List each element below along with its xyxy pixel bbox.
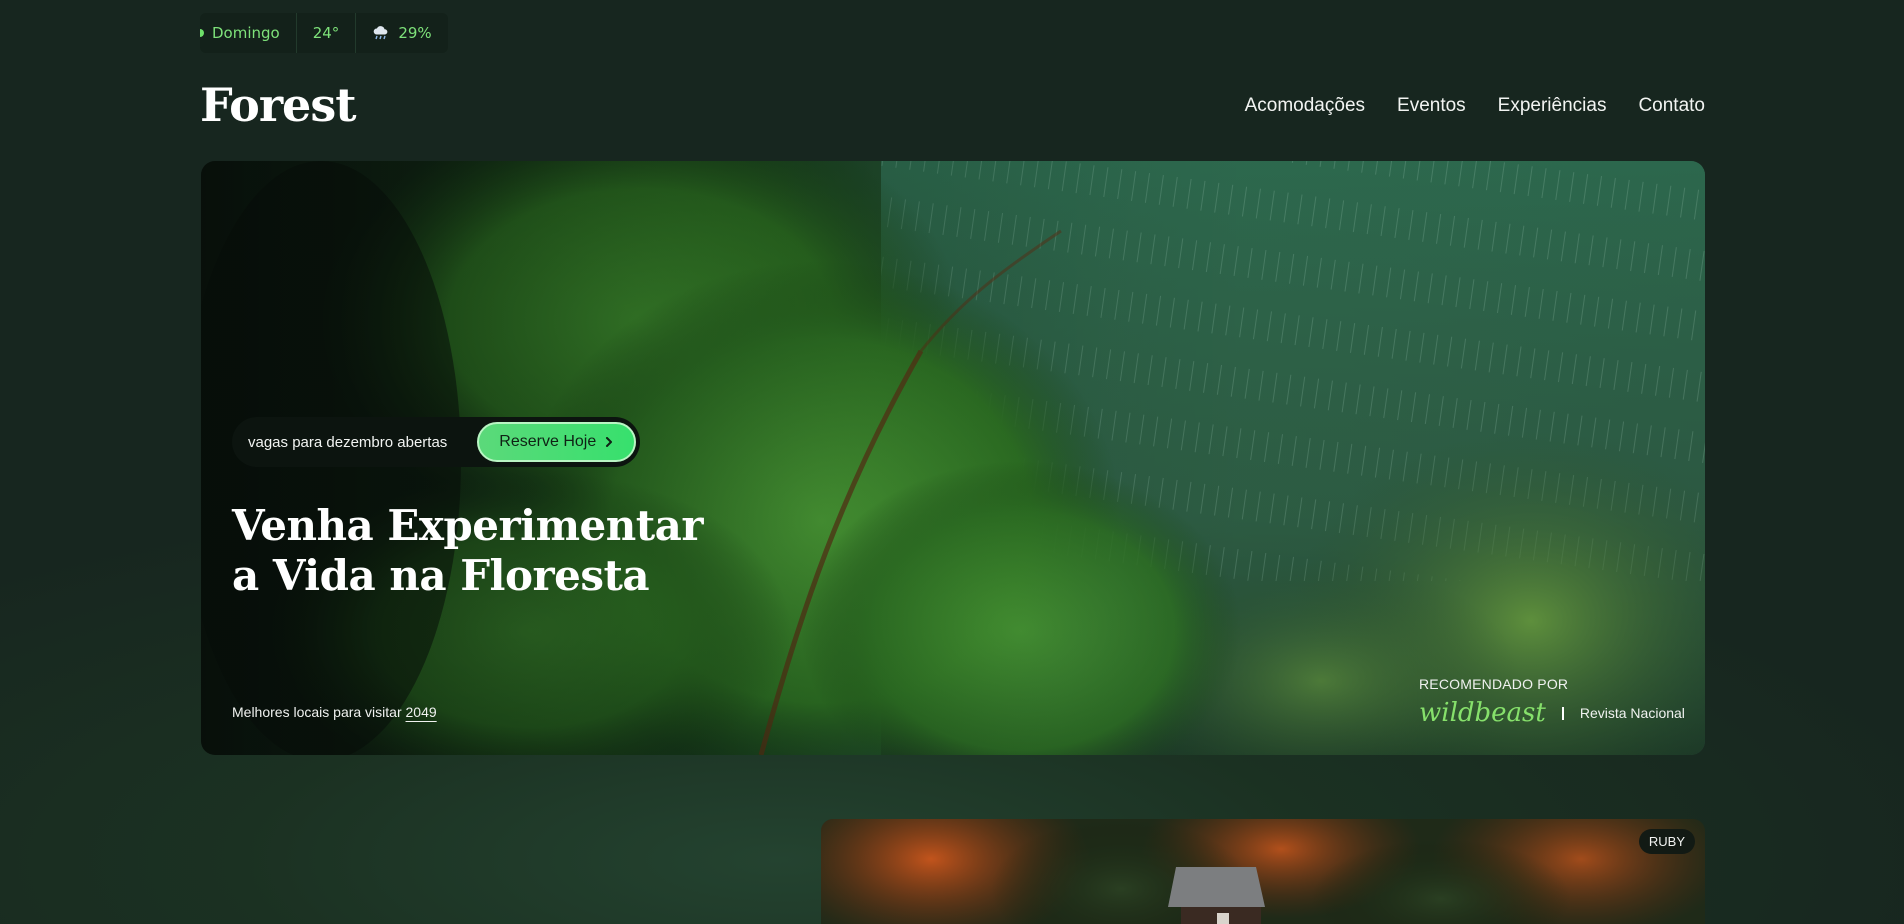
nav-link-experiencias[interactable]: Experiências [1498,95,1607,117]
temperature: 24° [297,13,357,53]
rain-chance-value: 29% [398,24,432,42]
reserve-button-label: Reserve Hoje [499,433,597,450]
best-places: Melhores locais para visitar 2049 [232,704,437,720]
rain-chance: 29% [356,13,447,53]
main-nav: Acomodações Eventos Experiências Contato [1245,95,1705,117]
reserve-button[interactable]: Reserve Hoje [477,422,637,462]
revista-nacional-label: Revista Nacional [1579,705,1685,721]
cloud-rain-icon [374,26,388,40]
weather-day: Domingo [200,13,297,53]
recommended-brands: wildbeast Revista Nacional [1419,698,1685,728]
status-dot-icon [200,29,204,37]
hero-title-line-1: Venha Experimentar [232,501,704,550]
chevron-right-icon [606,437,613,447]
best-places-text: Melhores locais para visitar [232,704,402,720]
temperature-value: 24° [312,24,340,42]
availability-badge: vagas para dezembro abertas Reserve Hoje [232,417,641,467]
cabin-autumn-image [821,819,1705,924]
availability-text: vagas para dezembro abertas [248,433,448,451]
recommended-label: RECOMENDADO POR [1419,676,1569,692]
hero-banner: vagas para dezembro abertas Reserve Hoje… [201,161,1705,755]
best-places-year-link[interactable]: 2049 [406,704,437,720]
card-tag: RUBY [1638,829,1695,854]
divider [1561,706,1564,720]
site-logo[interactable]: Forest [200,78,356,132]
weather-widget: Domingo 24° 29% [200,13,448,53]
nav-link-eventos[interactable]: Eventos [1397,95,1466,117]
cabin-card[interactable]: RUBY [821,819,1705,924]
hero-title-line-2: a Vida na Floresta [232,551,650,600]
nav-link-acomodacoes[interactable]: Acomodações [1245,95,1365,117]
hero-title: Venha Experimentar a Vida na Floresta [232,501,704,601]
recommended-by: RECOMENDADO POR wildbeast Revista Nacion… [1419,676,1685,728]
nav-link-contato[interactable]: Contato [1638,95,1705,117]
day-label: Domingo [212,24,280,42]
wildbeast-logo: wildbeast [1419,698,1546,728]
page: Domingo 24° 29% Forest Acomodações Event… [0,0,1904,924]
